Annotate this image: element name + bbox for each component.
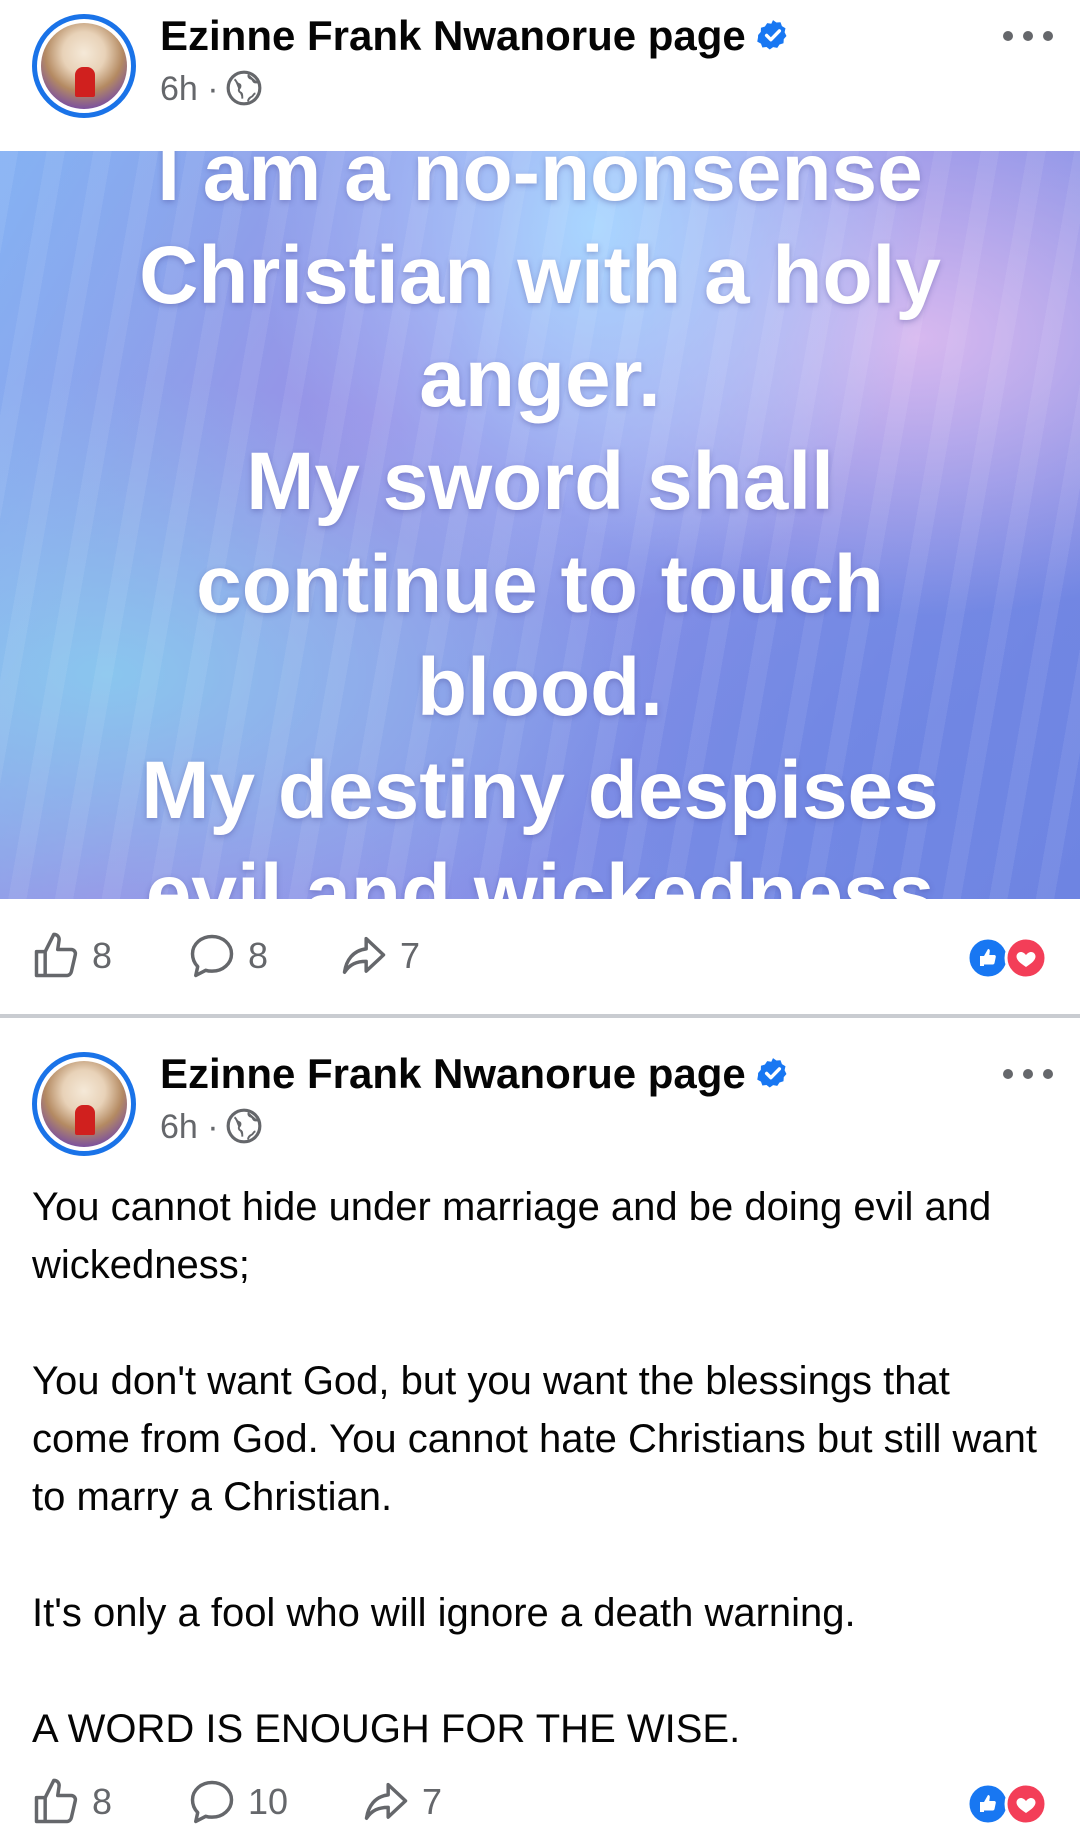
share-button[interactable]: 7 [360,1776,442,1828]
comment-button[interactable]: 8 [186,930,268,982]
post-body-text: You cannot hide under marriage and be do… [32,1178,1052,1758]
more-options-icon[interactable] [1000,26,1056,46]
post-paragraph: You don't want God, but you want the ble… [32,1359,1037,1519]
author-name[interactable]: Ezinne Frank Nwanorue page [160,1050,790,1098]
comment-button[interactable]: 10 [186,1776,288,1828]
more-options-icon[interactable] [1000,1064,1056,1084]
bg-text-line: My destiny despises [141,745,939,836]
author-name[interactable]: Ezinne Frank Nwanorue page [160,12,790,60]
bg-text-line: blood. [417,642,663,733]
share-icon [364,1782,408,1820]
post-paragraph: A WORD IS ENOUGH FOR THE WISE. [32,1707,741,1751]
post-actions: 8 10 7 [0,1762,1080,1842]
like-button[interactable]: 8 [30,1776,112,1828]
love-reaction-icon [1004,936,1048,980]
post-meta: 6h · [160,1108,263,1148]
verified-badge-icon [757,1058,787,1088]
thumbs-up-icon [34,1778,78,1824]
bg-text-line: evil and wickedness [145,848,935,899]
post-paragraph: You cannot hide under marriage and be do… [32,1185,992,1287]
love-reaction-icon [1004,1782,1048,1826]
share-icon [342,936,386,974]
thumbs-up-icon [34,932,78,978]
post-meta: 6h · [160,70,263,110]
comment-count: 10 [248,1781,289,1822]
bg-text-line: Christian with a holy [139,230,941,321]
avatar[interactable] [32,14,136,118]
post-time[interactable]: 6h [160,70,198,108]
share-button[interactable]: 7 [338,930,420,982]
post-paragraph: It's only a fool who will ignore a death… [32,1591,856,1635]
like-count: 8 [92,1781,113,1822]
comment-icon [190,1780,234,1824]
post-header: Ezinne Frank Nwanorue page 6h · [0,1038,1080,1178]
avatar-image [41,23,127,109]
post-divider [0,1014,1080,1018]
comment-count: 8 [248,935,269,976]
reactions-summary[interactable] [966,936,1050,980]
comment-icon [190,934,234,978]
reactions-summary[interactable] [966,1782,1050,1826]
globe-icon [226,70,262,106]
avatar-image [41,1061,127,1147]
post-header: Ezinne Frank Nwanorue page 6h · [0,0,1080,140]
like-count: 8 [92,935,113,976]
like-reaction-icon [966,1782,1010,1826]
meta-separator: · [207,1108,219,1146]
bg-text-line: anger. [419,333,661,424]
bg-text-line: My sword shall [246,436,834,527]
background-text-post[interactable]: I am a no-nonsense Christian with a holy… [0,151,1080,899]
bg-text-line: continue to touch [196,539,884,630]
post-actions: 8 8 7 [0,916,1080,996]
post-time[interactable]: 6h [160,1108,198,1146]
verified-badge-icon [757,20,787,50]
share-count: 7 [422,1781,443,1822]
share-count: 7 [400,935,421,976]
bg-text-line: I am a no-nonsense [157,151,923,218]
author-name-text[interactable]: Ezinne Frank Nwanorue page [160,1050,746,1097]
avatar[interactable] [32,1052,136,1156]
meta-separator: · [207,70,219,108]
like-reaction-icon [966,936,1010,980]
globe-icon [226,1108,262,1144]
background-post-text: I am a no-nonsense Christian with a holy… [0,151,1080,899]
like-button[interactable]: 8 [30,930,112,982]
author-name-text[interactable]: Ezinne Frank Nwanorue page [160,12,746,59]
